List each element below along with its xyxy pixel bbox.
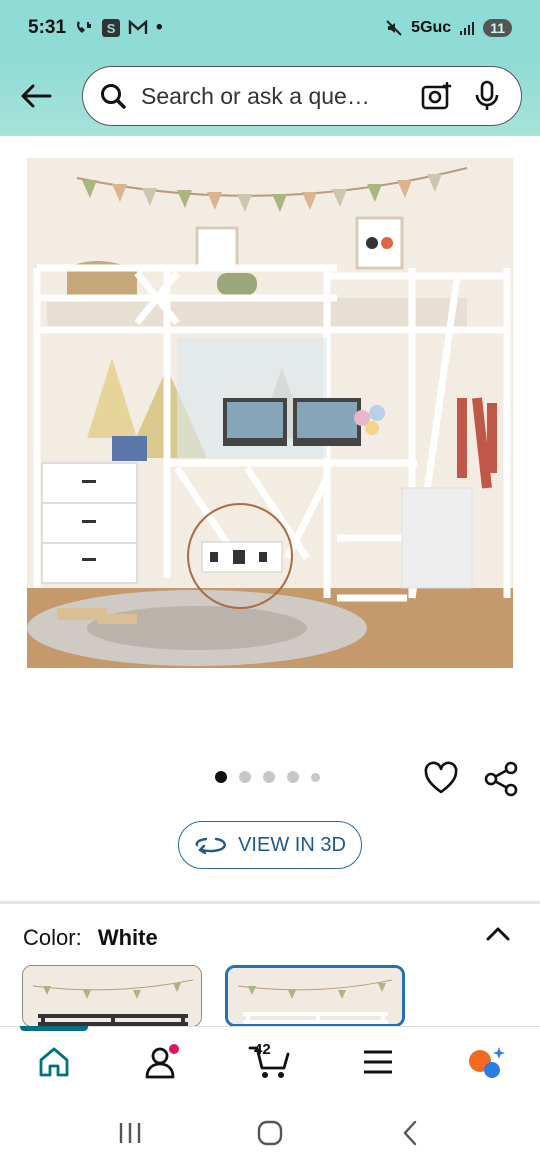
- nav-menu[interactable]: [324, 1027, 432, 1097]
- home-circle-icon: [257, 1120, 283, 1146]
- color-label: Color:: [23, 925, 82, 950]
- app-header: Search or ask a que…: [0, 56, 540, 136]
- image-carousel-dots: [215, 771, 320, 783]
- color-swatch-black[interactable]: [22, 965, 202, 1027]
- share-button[interactable]: [482, 760, 520, 798]
- back-chevron-icon: [403, 1120, 417, 1146]
- recents-icon: [119, 1123, 141, 1143]
- voice-search-button[interactable]: [469, 78, 505, 114]
- home-system-button[interactable]: [250, 1113, 290, 1153]
- home-icon: [39, 1047, 69, 1076]
- carousel-dot[interactable]: [287, 771, 299, 783]
- wishlist-button[interactable]: [422, 760, 460, 798]
- battery-badge: 11: [483, 19, 512, 37]
- view-in-3d-button[interactable]: VIEW IN 3D: [178, 821, 362, 869]
- status-bar: 5:31 S • 5Guc 11: [0, 0, 540, 56]
- nav-home[interactable]: [0, 1025, 108, 1097]
- back-button[interactable]: [18, 78, 54, 114]
- wifi-call-icon: [74, 19, 94, 37]
- menu-icon: [364, 1050, 392, 1073]
- carousel-dot[interactable]: [215, 771, 227, 783]
- ai-assistant-icon: [469, 1046, 505, 1078]
- color-swatch-white[interactable]: [225, 965, 405, 1027]
- notification-dot-icon: •: [156, 17, 163, 38]
- back-system-button[interactable]: [390, 1113, 430, 1153]
- nav-account[interactable]: [108, 1027, 216, 1097]
- loft-bed-illustration: [27, 158, 513, 668]
- recent-apps-button[interactable]: [110, 1113, 150, 1153]
- status-time: 5:31: [28, 17, 67, 38]
- search-placeholder: Search or ask a que…: [141, 82, 370, 109]
- share-icon: [484, 761, 518, 797]
- search-icon: [101, 84, 126, 109]
- heart-icon: [424, 761, 458, 794]
- nav-rufus[interactable]: [432, 1027, 540, 1097]
- search-input[interactable]: Search or ask a que…: [82, 66, 522, 126]
- white-bed-thumbnail: [228, 968, 402, 1024]
- black-bed-thumbnail: [23, 966, 201, 1026]
- chevron-up-icon: [486, 927, 510, 941]
- color-selector-header: Color: White: [23, 925, 158, 951]
- nav-cart[interactable]: 42: [216, 1027, 324, 1097]
- back-arrow-icon: [21, 84, 52, 108]
- section-divider: [0, 901, 540, 904]
- network-label: 5Guc: [411, 19, 452, 36]
- bottom-navigation: 42: [0, 1025, 540, 1097]
- product-image[interactable]: [27, 158, 513, 668]
- carousel-dot[interactable]: [311, 772, 320, 782]
- selected-color-value: White: [97, 925, 158, 950]
- cart-count-badge: 42: [254, 1040, 271, 1058]
- signal-icon: [459, 21, 475, 35]
- carousel-dot[interactable]: [239, 771, 251, 783]
- mute-icon: [385, 19, 403, 37]
- active-tab-indicator: [20, 1025, 88, 1031]
- user-icon: [145, 1043, 179, 1078]
- microphone-icon: [475, 80, 499, 110]
- collapse-color-button[interactable]: [484, 920, 512, 948]
- rotate-3d-icon: [195, 837, 227, 855]
- camera-icon: [421, 82, 451, 110]
- s-app-icon: S: [102, 19, 121, 37]
- view-in-3d-label: VIEW IN 3D: [238, 833, 346, 856]
- system-navigation: [0, 1096, 540, 1170]
- carousel-dot[interactable]: [263, 771, 275, 783]
- camera-search-button[interactable]: [419, 78, 455, 114]
- mail-icon: [128, 20, 148, 36]
